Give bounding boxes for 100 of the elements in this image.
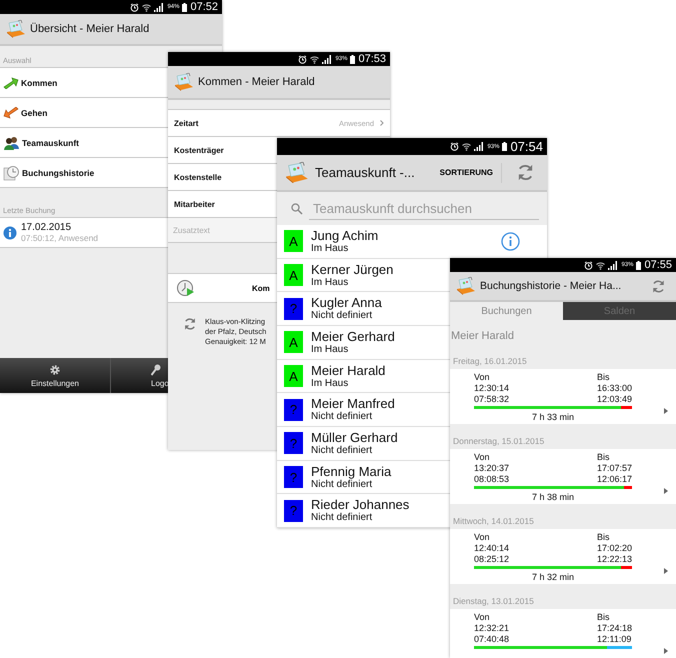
form-row[interactable]: Mitarbeiter <box>168 191 277 218</box>
menu-item[interactable]: Kommen <box>0 68 168 98</box>
booking-time: 12:06:17 <box>597 474 632 485</box>
team-member-row[interactable]: A Kerner Jürgen Im Haus <box>277 258 450 292</box>
member-name: Pfennig Maria <box>311 464 392 479</box>
member-name: Meier Manfred <box>311 396 395 412</box>
team-member-row[interactable]: A Meier Gerhard Im Haus <box>277 326 450 360</box>
notebook-icon <box>174 73 194 91</box>
status-badge: ? <box>284 398 303 421</box>
member-name: Rieder Johannes <box>311 497 410 512</box>
note-field[interactable]: Zusatztext <box>168 218 277 243</box>
member-status: Nicht definiert <box>311 444 374 457</box>
booking-time: 12:22:13 <box>597 554 632 565</box>
booking-card[interactable]: Von Bis 13:20:37 17:07:57 08:08:53 12:06:17 7 h 38 min <box>450 449 676 504</box>
status-time: 07:52 <box>190 2 218 12</box>
booking-card[interactable]: Von Bis 12:30:14 16:33:00 07:58:32 12:03:49 7 h 33 min <box>450 369 676 424</box>
refresh-icon[interactable] <box>183 317 197 331</box>
booking-time: 07:40:48 <box>474 634 510 645</box>
search-icon <box>291 202 303 214</box>
day-header: Mittwoch, 14.01.2015 <box>452 514 535 528</box>
status-badge: ? <box>284 432 303 454</box>
bottom-bar-button[interactable]: Logo <box>110 358 167 393</box>
booking-time: 08:25:12 <box>474 554 510 565</box>
window-title: Teamauskunft -... <box>315 165 415 180</box>
form-row[interactable]: Kostenträger <box>168 137 277 164</box>
settings-icon[interactable] <box>49 364 61 376</box>
signal-icon <box>474 142 484 151</box>
team-member-row[interactable]: A Jung Achim Im Haus <box>277 225 547 259</box>
info-icon <box>3 226 17 240</box>
status-badge: A <box>284 264 303 286</box>
expand-arrow-icon[interactable] <box>664 408 668 414</box>
alarm-icon <box>298 54 308 64</box>
status-badge: ? <box>284 298 303 320</box>
status-time: 07:55 <box>644 260 672 270</box>
column-label: Von <box>474 371 491 383</box>
employee-name: Meier Harald <box>450 329 515 344</box>
signal-icon <box>608 260 618 270</box>
member-status: Im Haus <box>311 378 350 390</box>
alarm-icon <box>450 142 460 151</box>
status-badge: A <box>284 230 303 252</box>
expand-arrow-icon[interactable] <box>664 488 668 494</box>
day-header: Donnerstag, 15.01.2015 <box>452 434 546 448</box>
refresh-icon[interactable] <box>651 278 666 294</box>
form-row[interactable]: Kostenstelle <box>168 164 277 191</box>
team-member-row[interactable]: ? Rieder Johannes Nicht definiert <box>277 494 450 528</box>
booking-time: 17:07:57 <box>597 463 632 474</box>
member-status: Im Haus <box>311 344 350 356</box>
field-label: Kostenstelle <box>174 172 222 182</box>
notebook-icon <box>456 277 476 295</box>
booking-time: 12:03:49 <box>597 394 632 405</box>
member-status: Im Haus <box>311 242 350 255</box>
team-member-row[interactable]: A Meier Harald Im Haus <box>277 360 450 394</box>
info-icon[interactable] <box>501 232 520 251</box>
last-booking-item[interactable]: 17.02.2015 07:50:12, Anwesend <box>0 218 168 248</box>
alarm-icon <box>130 2 140 12</box>
battery-icon <box>182 2 188 12</box>
column-label: Von <box>474 531 491 543</box>
search-field[interactable]: Teamauskunft durchsuchen <box>309 198 539 220</box>
expand-arrow-icon[interactable] <box>664 648 668 654</box>
day-header: Freitag, 16.01.2015 <box>452 354 528 368</box>
wifi-icon <box>142 2 152 12</box>
team-member-row[interactable]: ? Meier Manfred Nicht definiert <box>277 393 450 428</box>
member-name: Meier Harald <box>311 362 386 378</box>
expand-arrow-icon[interactable] <box>664 568 668 574</box>
column-label: Von <box>474 451 491 463</box>
menu-item[interactable]: Teamauskunft <box>0 128 168 158</box>
booking-time: 16:33:00 <box>597 383 632 394</box>
clock-play-icon <box>176 279 196 297</box>
chevron-icon <box>380 120 384 126</box>
menu-item[interactable]: Buchungshistorie <box>0 158 168 188</box>
status-badge: ? <box>284 500 303 522</box>
booking-card[interactable]: Von Bis 12:32:21 17:24:18 07:40:48 12:11:09 <box>450 609 676 658</box>
column-label: Bis <box>597 451 611 463</box>
status-badge: ? <box>284 466 303 488</box>
kommen-button[interactable]: Kom <box>168 273 277 303</box>
window-title: Übersicht - Meier Harald <box>30 23 150 35</box>
menu-item[interactable]: Gehen <box>0 98 168 128</box>
booking-card[interactable]: Von Bis 12:40:14 17:02:20 08:25:12 12:22:13 7 h 32 min <box>450 529 676 584</box>
day-header: Dienstag, 13.01.2015 <box>452 594 535 608</box>
refresh-icon[interactable] <box>516 163 535 182</box>
wifi-icon <box>310 54 320 64</box>
sort-button[interactable]: SORTIERUNG <box>432 162 502 182</box>
booking-time: 08:08:53 <box>474 474 510 485</box>
member-name: Müller Gerhard <box>311 430 398 445</box>
bottom-bar-button[interactable]: Einstellungen <box>0 358 110 393</box>
status-badge: A <box>284 331 303 354</box>
booking-time: 17:02:20 <box>597 543 632 554</box>
team-member-row[interactable]: ? Müller Gerhard Nicht definiert <box>277 427 450 461</box>
field-label: Kostenträger <box>174 146 224 154</box>
booking-time: 13:20:37 <box>474 463 510 474</box>
team-member-row[interactable]: ? Pfennig Maria Nicht definiert <box>277 460 450 494</box>
arrow-left-icon <box>3 106 19 118</box>
booking-date: 17.02.2015 <box>21 222 72 233</box>
member-name: Kerner Jürgen <box>311 262 394 276</box>
key-icon[interactable] <box>151 364 161 376</box>
team-member-row[interactable]: ? Kugler Anna Nicht definiert <box>277 292 450 326</box>
column-label: Bis <box>597 611 611 623</box>
window-title: Buchungshistorie - Meier Ha... <box>480 280 622 292</box>
member-status: Nicht definiert <box>311 411 374 424</box>
booking-time: 12:11:09 <box>597 634 632 645</box>
